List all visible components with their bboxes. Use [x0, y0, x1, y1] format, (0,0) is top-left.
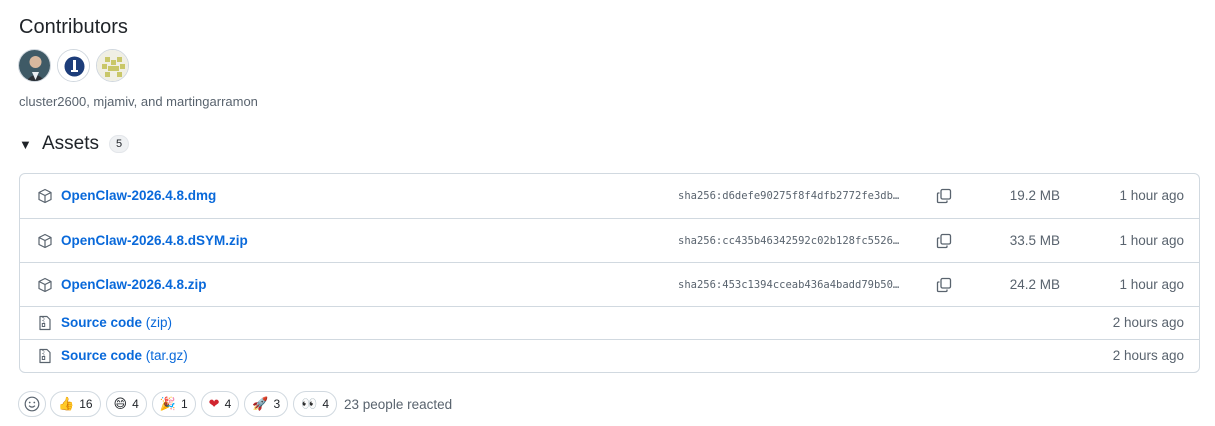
copy-icon[interactable] [936, 233, 952, 249]
triangle-down-icon: ▼ [19, 136, 32, 152]
rocket-icon: 🚀 [252, 396, 269, 412]
reaction-count: 4 [322, 397, 330, 411]
heart-icon: ❤ [208, 396, 220, 412]
reaction-count: 1 [180, 397, 188, 411]
reaction-count: 3 [273, 397, 281, 411]
thumbs-up-icon: 👍 [58, 396, 75, 412]
reaction-count: 4 [132, 397, 139, 411]
source-code-zip-link[interactable]: Source code (zip) [61, 315, 172, 330]
asset-time: 1 hour ago [1119, 233, 1184, 248]
assets-title: Assets [42, 133, 100, 154]
asset-time: 2 hours ago [1112, 348, 1184, 363]
avatar-mjamiv[interactable] [57, 49, 90, 82]
asset-size: 33.5 MB [1009, 233, 1060, 248]
party-popper-icon: 🎉 [159, 396, 176, 412]
contributors-title: Contributors [19, 16, 128, 38]
assets-count-badge: 5 [109, 135, 130, 153]
avatar-cluster2600[interactable] [18, 49, 51, 82]
reaction-heart[interactable]: ❤ 4 [200, 391, 240, 417]
asset-link[interactable]: OpenClaw-2026.4.8.dSYM.zip [61, 233, 248, 248]
copy-icon[interactable] [936, 277, 952, 293]
reaction-thumbs-up[interactable]: 👍 16 [50, 391, 101, 417]
reaction-count: 16 [79, 397, 93, 411]
reactions-summary: 23 people reacted [344, 396, 453, 412]
asset-row: OpenClaw-2026.4.8.dmg sha256:d6defe90275… [20, 174, 1199, 218]
asset-sha256: sha256:d6defe90275f8f4dfb2772fe3db… [678, 190, 900, 202]
source-code-targz-link[interactable]: Source code (tar.gz) [61, 348, 188, 363]
source-code-label: Source code [61, 348, 143, 363]
assets-list: OpenClaw-2026.4.8.dmg sha256:d6defe90275… [19, 173, 1200, 373]
source-code-label: Source code [61, 315, 143, 330]
asset-time: 2 hours ago [1112, 315, 1184, 330]
asset-link[interactable]: OpenClaw-2026.4.8.dmg [61, 188, 216, 203]
contributor-avatars [18, 49, 129, 82]
eyes-icon: 👀 [301, 396, 318, 412]
package-icon [38, 277, 52, 293]
reaction-hooray[interactable]: 🎉 1 [151, 391, 196, 417]
source-code-row: Source code (zip) 2 hours ago [20, 306, 1199, 339]
reaction-rocket[interactable]: 🚀 3 [244, 391, 289, 417]
asset-time: 1 hour ago [1119, 277, 1184, 292]
assets-toggle[interactable]: ▼ Assets 5 [19, 133, 130, 155]
avatar-martingarramon[interactable] [96, 49, 129, 82]
package-icon [38, 233, 52, 249]
laugh-icon: 😄 [113, 396, 128, 412]
source-code-ext: (tar.gz) [145, 348, 188, 363]
asset-row: OpenClaw-2026.4.8.zip sha256:453c1394cce… [20, 262, 1199, 306]
contributor-names: cluster2600, mjamiv, and martingarramon [19, 94, 258, 109]
asset-sha256: sha256:cc435b46342592c02b128fc5526… [678, 235, 900, 247]
file-zip-icon [39, 348, 51, 364]
asset-sha256: sha256:453c1394cceab436a4badd79b50… [678, 279, 900, 291]
reaction-eyes[interactable]: 👀 4 [293, 391, 338, 417]
asset-size: 19.2 MB [1009, 188, 1060, 203]
copy-icon[interactable] [936, 188, 952, 204]
reaction-laugh[interactable]: 😄 4 [105, 391, 147, 417]
add-reaction-button[interactable] [18, 391, 46, 417]
reaction-count: 4 [224, 397, 232, 411]
source-code-ext: (zip) [145, 315, 173, 330]
asset-size: 24.2 MB [1009, 277, 1060, 292]
file-zip-icon [39, 315, 51, 331]
asset-row: OpenClaw-2026.4.8.dSYM.zip sha256:cc435b… [20, 218, 1199, 262]
smiley-icon [24, 396, 40, 412]
asset-time: 1 hour ago [1119, 188, 1184, 203]
package-icon [38, 188, 52, 204]
reactions-bar: 👍 16 😄 4 🎉 1 ❤ 4 🚀 3 👀 4 23 people reacted [18, 391, 452, 417]
source-code-row: Source code (tar.gz) 2 hours ago [20, 339, 1199, 372]
asset-link[interactable]: OpenClaw-2026.4.8.zip [61, 277, 207, 292]
